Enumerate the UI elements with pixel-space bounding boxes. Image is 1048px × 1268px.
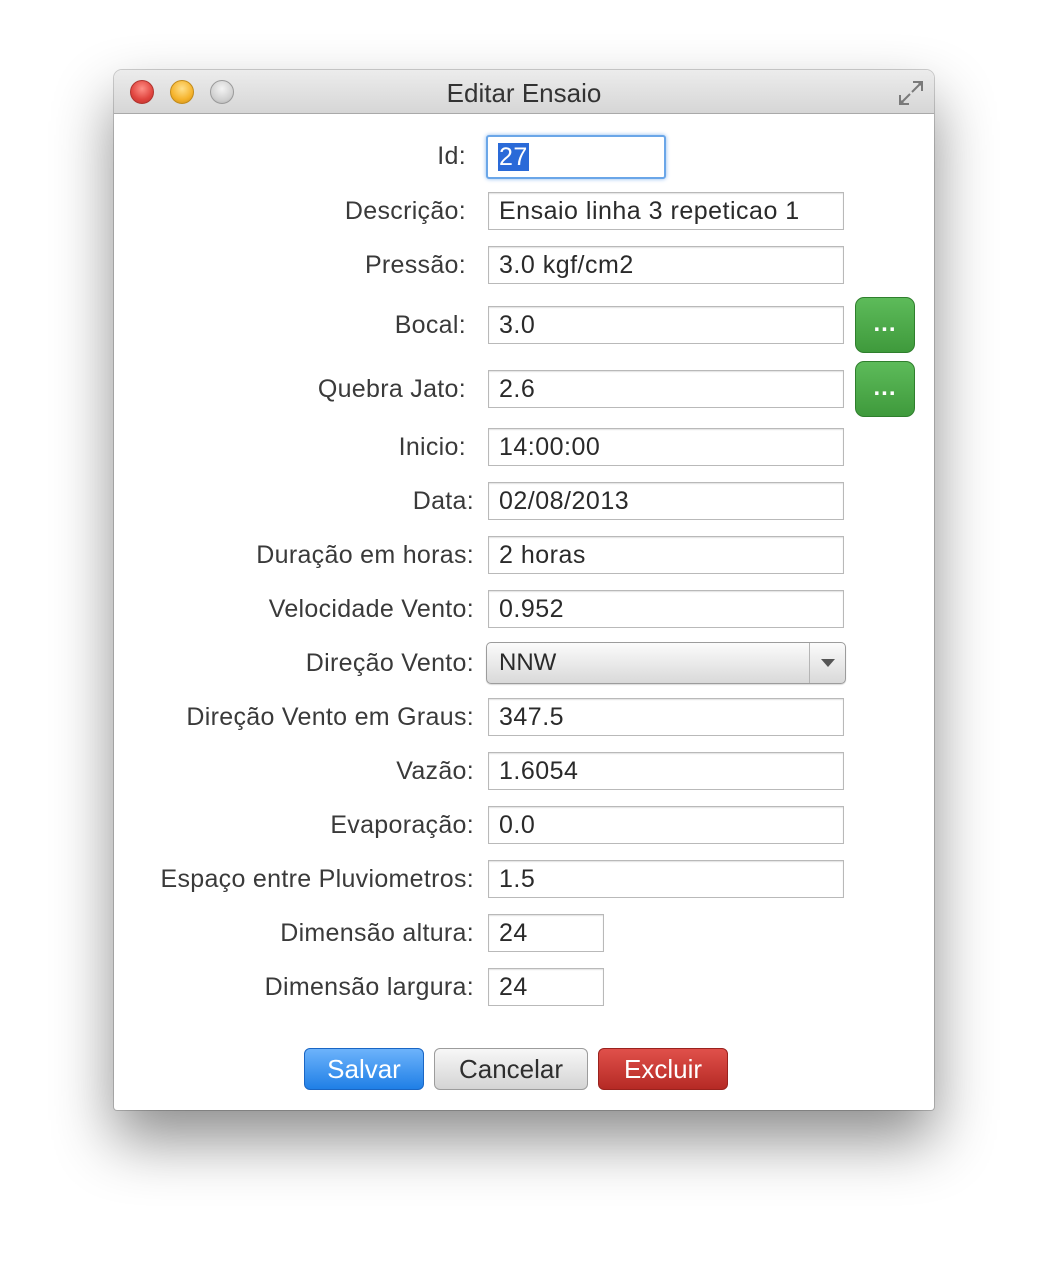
vazao-field[interactable]: 1.6054 <box>488 752 844 790</box>
dimensao-altura-label: Dimensão altura: <box>280 919 474 947</box>
window-title: Editar Ensaio <box>446 78 602 108</box>
quebra-jato-label: Quebra Jato: <box>317 375 466 403</box>
data-field[interactable]: 02/08/2013 <box>488 482 844 520</box>
duracao-label: Duração em horas: <box>256 541 474 569</box>
save-button[interactable]: Salvar <box>304 1048 424 1090</box>
chevron-down-icon[interactable] <box>809 643 845 683</box>
direcao-vento-select[interactable]: NNW <box>486 642 846 684</box>
direcao-vento-label: Direção Vento: <box>305 649 474 677</box>
id-label: Id: <box>437 142 466 170</box>
bocal-picker-button[interactable]: ... <box>855 297 915 353</box>
data-label: Data: <box>412 487 474 515</box>
pressao-label: Pressão: <box>364 251 466 279</box>
bocal-field[interactable]: 3.0 <box>488 306 844 344</box>
bocal-label: Bocal: <box>394 311 466 339</box>
descricao-field[interactable]: Ensaio linha 3 repeticao 1 <box>488 192 844 230</box>
edit-trial-dialog: Editar Ensaio Id: 27 Descrição: Ensaio l… <box>114 70 934 1110</box>
vazao-label: Vazão: <box>396 757 474 785</box>
cancel-button[interactable]: Cancelar <box>434 1048 588 1090</box>
duracao-field[interactable]: 2 horas <box>488 536 844 574</box>
descricao-label: Descrição: <box>344 197 466 225</box>
id-field[interactable]: 27 <box>486 135 666 179</box>
dimensao-largura-label: Dimensão largura: <box>264 973 474 1001</box>
dimensao-altura-field[interactable]: 24 <box>488 914 604 952</box>
pressao-field[interactable]: 3.0 kgf/cm2 <box>488 246 844 284</box>
quebra-jato-field[interactable]: 2.6 <box>488 370 844 408</box>
direcao-vento-selected: NNW <box>499 649 557 676</box>
inicio-label: Inicio: <box>398 433 466 461</box>
quebra-jato-picker-button[interactable]: ... <box>855 361 915 417</box>
velocidade-vento-field[interactable]: 0.952 <box>488 590 844 628</box>
title-bar[interactable]: Editar Ensaio <box>114 70 934 114</box>
evaporacao-label: Evaporação: <box>330 811 474 839</box>
espaco-pluviometros-field[interactable]: 1.5 <box>488 860 844 898</box>
id-value: 27 <box>498 143 529 171</box>
direcao-vento-graus-label: Direção Vento em Graus: <box>186 703 474 731</box>
direcao-vento-graus-field[interactable]: 347.5 <box>488 698 844 736</box>
dimensao-largura-field[interactable]: 24 <box>488 968 604 1006</box>
fullscreen-icon[interactable] <box>896 78 926 108</box>
evaporacao-field[interactable]: 0.0 <box>488 806 844 844</box>
delete-button[interactable]: Excluir <box>598 1048 728 1090</box>
espaco-pluviometros-label: Espaço entre Pluviometros: <box>160 865 474 893</box>
inicio-field[interactable]: 14:00:00 <box>488 428 844 466</box>
velocidade-vento-label: Velocidade Vento: <box>268 595 474 623</box>
